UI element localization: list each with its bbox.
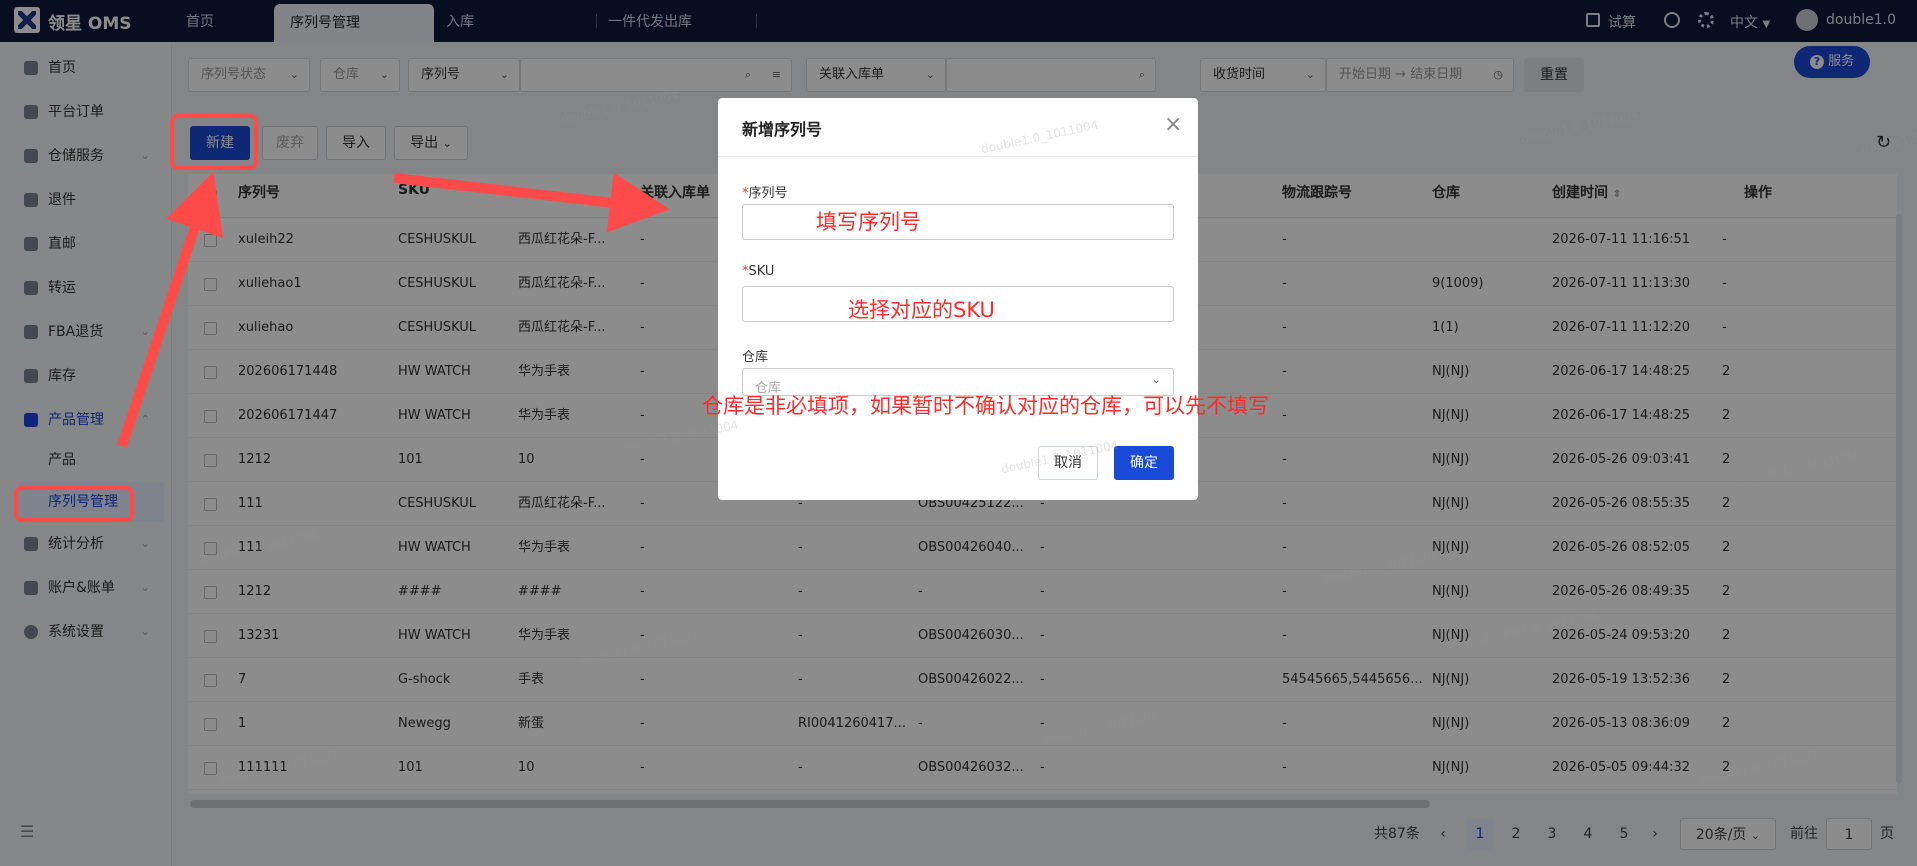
- serial-field-label: *序列号: [742, 182, 788, 201]
- close-icon[interactable]: ×: [1164, 112, 1182, 137]
- label-text: 序列号: [748, 186, 788, 201]
- serial-number-input[interactable]: [742, 204, 1174, 240]
- dialog-header-divider: [718, 156, 1198, 157]
- highlight-serial-menu: [14, 486, 134, 522]
- dialog-title: 新增序列号: [742, 120, 823, 139]
- warehouse-field-label: 仓库: [742, 350, 769, 365]
- confirm-button[interactable]: 确定: [1114, 446, 1174, 480]
- annotation-choose-sku: 选择对应的SKU: [848, 298, 995, 322]
- sku-field-label: *SKU: [742, 264, 774, 279]
- annotation-fill-serial: 填写序列号: [816, 210, 921, 234]
- highlight-new-button: [170, 114, 258, 170]
- label-text: SKU: [748, 264, 775, 279]
- chevron-down-icon: ⌄: [1151, 373, 1161, 386]
- annotation-warehouse-note: 仓库是非必填项，如果暂时不确认对应的仓库，可以先不填写: [702, 394, 1269, 418]
